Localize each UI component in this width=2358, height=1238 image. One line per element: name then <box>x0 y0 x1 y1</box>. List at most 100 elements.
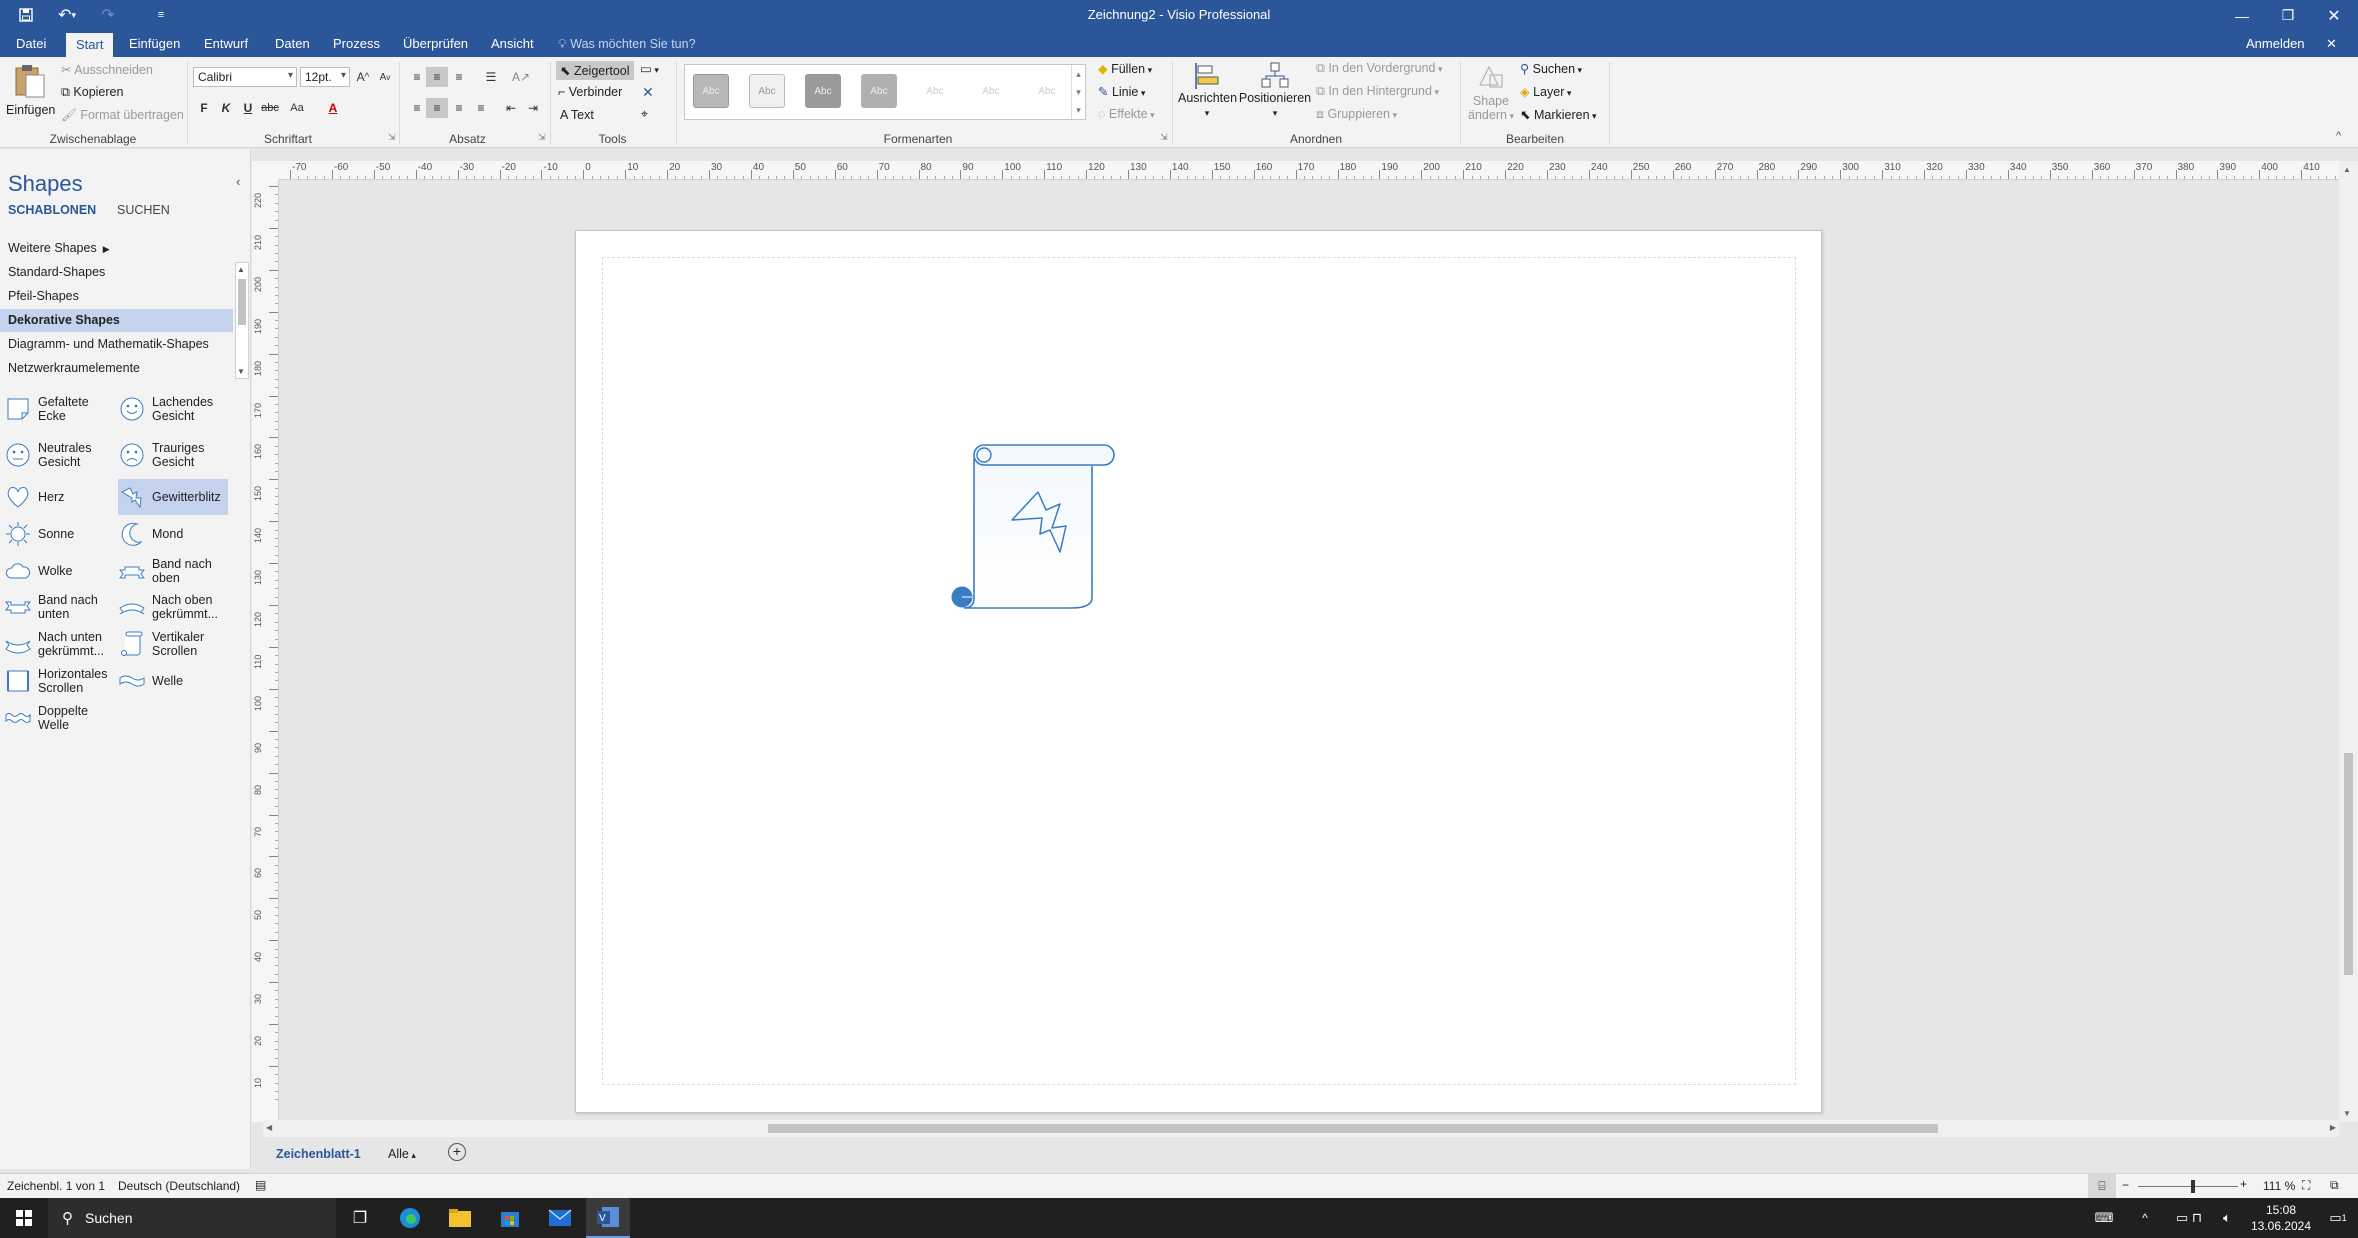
collapse-panel-icon[interactable]: ‹ <box>236 174 240 189</box>
font-color-icon[interactable]: A <box>322 98 344 118</box>
pointer-tool-button[interactable]: ⬉ Zeigertool <box>556 61 634 80</box>
align-right-icon[interactable]: ≡ <box>448 98 470 118</box>
windows-start-icon[interactable] <box>0 1198 48 1238</box>
stencil-diagram-math-shapes[interactable]: Diagramm- und Mathematik-Shapes <box>0 333 233 356</box>
sheet-tab[interactable]: Zeichenblatt-1 <box>276 1147 361 1161</box>
horizontal-scrollbar[interactable]: ◀ ▶ <box>263 1120 2339 1137</box>
network-icon[interactable]: ▭ ⊓ <box>2164 1198 2214 1238</box>
minimize-button[interactable]: — <box>2219 0 2265 31</box>
tell-me-box[interactable]: 💡︎ Was möchten Sie tun? <box>558 31 696 57</box>
page-indicator[interactable]: Zeichenbl. 1 von 1 <box>7 1179 105 1193</box>
group-button[interactable]: ⧈ Gruppieren ▾ <box>1316 107 1397 122</box>
stencil-network-room[interactable]: Netzwerkraumelemente <box>0 357 233 380</box>
volume-icon[interactable]: 🔈︎ <box>2214 1198 2240 1238</box>
bullets-icon[interactable]: ☰ <box>480 67 502 87</box>
style-swatch-2[interactable]: Abc <box>749 74 785 108</box>
rectangle-shape-icon[interactable]: ▭ ▾ <box>640 61 659 76</box>
connector-button[interactable]: ⌐ Verbinder <box>558 85 622 99</box>
zoom-slider-thumb[interactable] <box>2191 1180 2195 1193</box>
switch-windows-icon[interactable]: ⧉ <box>2330 1178 2339 1193</box>
italic-button[interactable]: K <box>215 98 237 118</box>
style-swatch-5[interactable]: Abc <box>917 74 953 108</box>
shape-item-neutral-face[interactable]: Neutrales Gesicht <box>4 437 114 473</box>
tab-ansicht[interactable]: Ansicht <box>481 31 544 57</box>
file-explorer-icon[interactable] <box>440 1198 480 1238</box>
collapse-ribbon-icon[interactable]: ^ <box>2336 130 2341 142</box>
tab-einfuegen[interactable]: Einfügen <box>119 31 190 57</box>
shrink-font-icon[interactable]: Av <box>374 67 396 87</box>
tab-ueberpruefen[interactable]: Überprüfen <box>393 31 478 57</box>
stencils-tab[interactable]: SCHABLONEN <box>8 203 96 217</box>
style-swatch-6[interactable]: Abc <box>973 74 1009 108</box>
increase-indent-icon[interactable]: ⇥ <box>522 98 544 118</box>
vertical-scrollbar[interactable]: ▲ ▼ <box>2339 161 2358 1122</box>
text-direction-icon[interactable]: A↗ <box>510 67 532 87</box>
tab-start[interactable]: Start <box>66 33 114 57</box>
horizontal-scroll-thumb[interactable] <box>768 1124 1938 1133</box>
style-swatch-3[interactable]: Abc <box>805 74 841 108</box>
align-middle-icon[interactable]: ≡ <box>426 67 448 87</box>
style-swatch-7[interactable]: Abc <box>1029 74 1065 108</box>
stencil-list-scrollbar[interactable]: ▲ ▼ <box>235 262 249 379</box>
grow-font-icon[interactable]: A ^ <box>352 67 374 87</box>
shape-item-folded-corner[interactable]: Gefaltete Ecke <box>4 391 114 427</box>
macro-record-icon[interactable]: ▤ <box>255 1178 266 1192</box>
fill-button[interactable]: ◆ Füllen ▾ <box>1098 61 1152 76</box>
edge-browser-icon[interactable] <box>390 1198 430 1238</box>
vertical-scroll-shape[interactable] <box>948 440 1118 615</box>
taskbar-search-box[interactable]: ⚲ Suchen <box>48 1198 336 1238</box>
zoom-slider[interactable] <box>2138 1186 2238 1187</box>
bold-button[interactable]: F <box>193 98 215 118</box>
layer-button[interactable]: ◈ Layer ▾ <box>1520 84 1571 99</box>
font-name-combo[interactable]: Calibri <box>193 67 297 87</box>
font-size-combo[interactable]: 12pt. <box>300 67 350 87</box>
sign-in-link[interactable]: Anmelden <box>2246 31 2305 57</box>
shape-item-cloud[interactable]: Wolke <box>4 553 114 589</box>
scroll-down-icon[interactable]: ▼ <box>237 367 245 376</box>
effects-button[interactable]: ◌ Effekte ▾ <box>1098 107 1155 121</box>
gallery-scroll-icon[interactable]: ▴ ▾ ▾ <box>1071 65 1085 119</box>
quick-styles-gallery[interactable]: Abc Abc Abc Abc Abc Abc Abc ▴ ▾ ▾ <box>684 64 1086 120</box>
font-dialog-launcher-icon[interactable]: ⇲ <box>388 132 396 143</box>
tab-daten[interactable]: Daten <box>265 31 320 57</box>
shape-item-sun[interactable]: Sonne <box>4 516 114 552</box>
mail-icon[interactable] <box>540 1198 580 1238</box>
vertical-ruler[interactable]: 220 210 200 190 180 170 160 150 140 130 120 110 100 9… <box>252 180 279 1122</box>
close-button[interactable]: ✕ <box>2311 0 2357 31</box>
task-view-icon[interactable]: ❐ <box>340 1198 380 1238</box>
paste-button[interactable]: Einfügen <box>6 61 55 129</box>
decrease-indent-icon[interactable]: ⇤ <box>500 98 522 118</box>
tab-prozess[interactable]: Prozess <box>323 31 390 57</box>
send-to-back-button[interactable]: ⧉ In den Hintergrund ▾ <box>1316 84 1439 99</box>
copy-button[interactable]: ⧉ Kopieren <box>61 85 123 100</box>
shape-item-vertical-scroll[interactable]: Vertikaler Scrollen <box>118 626 228 662</box>
visio-taskbar-icon[interactable]: V <box>586 1198 630 1238</box>
horizontal-ruler[interactable]: -70 -60 -50 -40 -30 -20 -10 0 10 20 30 40 50 60 70 80 90… <box>279 161 2339 180</box>
search-tab[interactable]: SUCHEN <box>117 203 170 217</box>
clock[interactable]: 15:08 13.06.2024 <box>2244 1198 2318 1238</box>
style-swatch-1[interactable]: Abc <box>693 74 729 108</box>
underline-button[interactable]: U <box>237 98 259 118</box>
shape-item-heart[interactable]: Herz <box>4 479 114 515</box>
scroll-left-icon[interactable]: ◀ <box>266 1123 272 1132</box>
microsoft-store-icon[interactable] <box>490 1198 530 1238</box>
scroll-down-icon[interactable]: ▼ <box>2343 1109 2351 1118</box>
align-center-icon[interactable]: ≡ <box>426 98 448 118</box>
shape-item-moon[interactable]: Mond <box>118 516 228 552</box>
style-swatch-4[interactable]: Abc <box>861 74 897 108</box>
tab-datei[interactable]: Datei <box>6 31 56 57</box>
stencil-decorative-shapes[interactable]: Dekorative Shapes <box>0 309 233 332</box>
scroll-thumb[interactable] <box>238 279 246 325</box>
keyboard-icon[interactable]: ⌨ <box>2090 1198 2118 1238</box>
zoom-out-icon[interactable]: − <box>2122 1178 2129 1192</box>
align-top-icon[interactable]: ≡ <box>406 67 428 87</box>
change-case-button[interactable]: Aa <box>283 98 311 118</box>
find-button[interactable]: ⚲ Suchen ▾ <box>1520 61 1582 76</box>
shape-item-wave[interactable]: Welle <box>118 663 228 699</box>
add-page-icon[interactable]: + <box>448 1143 466 1161</box>
shape-item-ribbon-up[interactable]: Band nach oben <box>118 553 228 589</box>
paragraph-dialog-launcher-icon[interactable]: ⇲ <box>538 132 546 143</box>
justify-icon[interactable]: ≡ <box>470 98 492 118</box>
align-bottom-icon[interactable]: ≡ <box>448 67 470 87</box>
language-indicator[interactable]: Deutsch (Deutschland) <box>118 1179 240 1193</box>
